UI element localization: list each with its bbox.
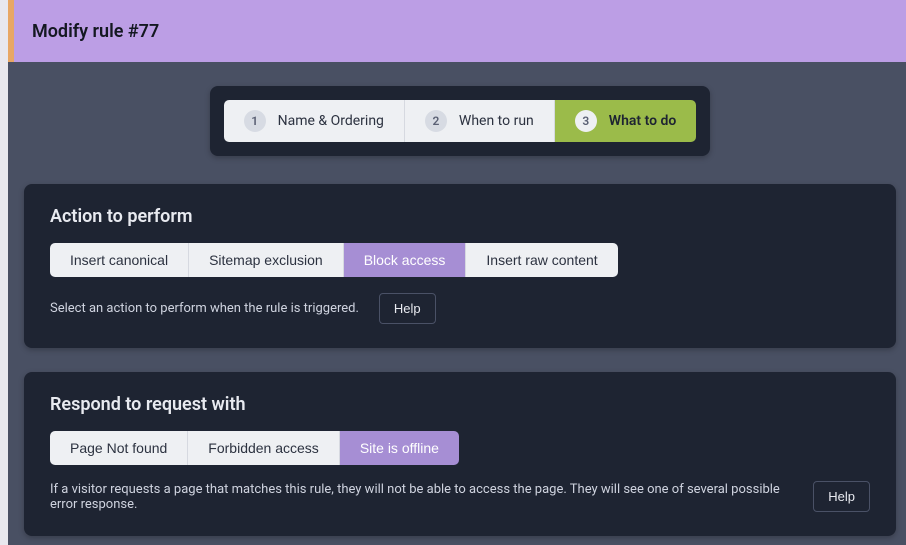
modal-header: Modify rule #77: [14, 0, 906, 62]
help-button[interactable]: Help: [379, 293, 436, 324]
action-options: Insert canonical Sitemap exclusion Block…: [50, 243, 618, 277]
panel-title: Action to perform: [50, 206, 870, 227]
option-insert-canonical[interactable]: Insert canonical: [50, 243, 188, 277]
option-insert-raw-content[interactable]: Insert raw content: [465, 243, 617, 277]
left-gutter: [0, 0, 8, 545]
panel-respond-with: Respond to request with Page Not found F…: [24, 372, 896, 536]
option-sitemap-exclusion[interactable]: Sitemap exclusion: [188, 243, 343, 277]
option-site-is-offline[interactable]: Site is offline: [339, 431, 459, 465]
panel-title: Respond to request with: [50, 394, 870, 415]
panel-footer: Select an action to perform when the rul…: [50, 293, 870, 324]
panel-hint: Select an action to perform when the rul…: [50, 301, 359, 316]
panel-hint: If a visitor requests a page that matche…: [50, 482, 793, 512]
step-when-to-run[interactable]: 2 When to run: [404, 100, 554, 142]
stepper: 1 Name & Ordering 2 When to run 3 What t…: [210, 86, 711, 156]
stepper-container: 1 Name & Ordering 2 When to run 3 What t…: [24, 86, 896, 156]
option-block-access[interactable]: Block access: [343, 243, 466, 277]
step-label: When to run: [459, 113, 534, 129]
respond-options: Page Not found Forbidden access Site is …: [50, 431, 459, 465]
option-page-not-found[interactable]: Page Not found: [50, 431, 187, 465]
panel-footer: If a visitor requests a page that matche…: [50, 481, 870, 512]
step-name-ordering[interactable]: 1 Name & Ordering: [224, 100, 404, 142]
panel-action-to-perform: Action to perform Insert canonical Sitem…: [24, 184, 896, 348]
modal-body: 1 Name & Ordering 2 When to run 3 What t…: [14, 62, 906, 545]
help-button[interactable]: Help: [813, 481, 870, 512]
step-number: 3: [575, 110, 597, 132]
step-number: 2: [425, 110, 447, 132]
step-what-to-do[interactable]: 3 What to do: [554, 100, 697, 142]
modal-title: Modify rule #77: [32, 21, 159, 42]
step-label: What to do: [609, 113, 677, 129]
step-label: Name & Ordering: [278, 113, 384, 129]
step-number: 1: [244, 110, 266, 132]
option-forbidden-access[interactable]: Forbidden access: [187, 431, 339, 465]
